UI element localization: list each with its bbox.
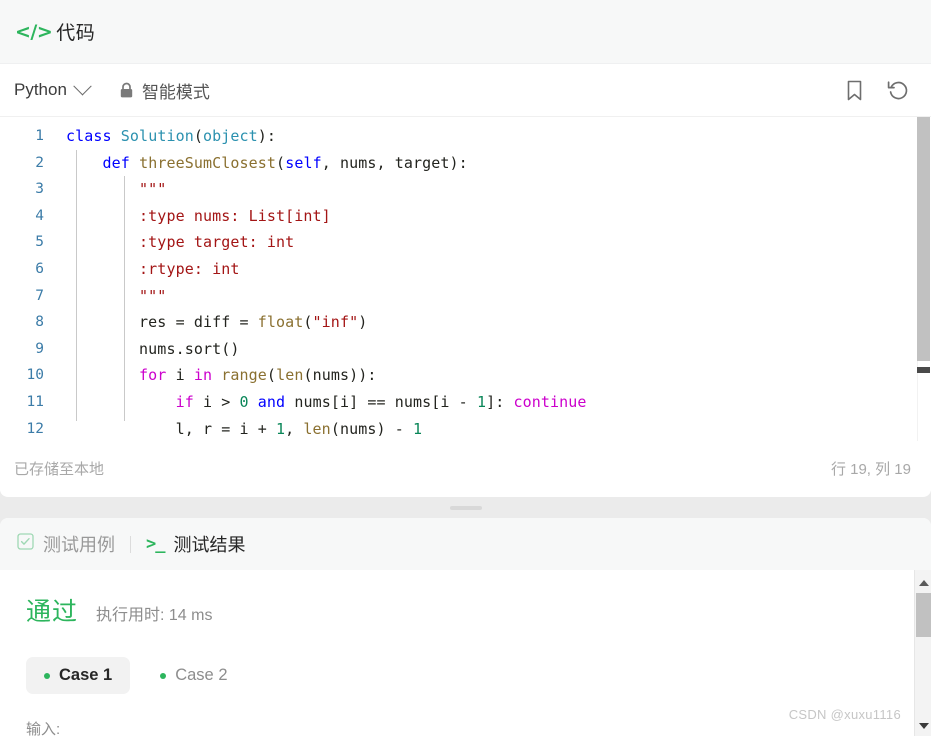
scroll-down-icon[interactable] <box>915 717 931 734</box>
input-label: 输入: <box>26 721 61 736</box>
line-number: 3 <box>35 181 44 198</box>
test-result-panel: 测试用例 >_ 测试结果 通过 执行用时: 14 ms Case 1 Case … <box>0 518 931 736</box>
tab-divider <box>130 535 131 553</box>
reset-icon[interactable] <box>887 79 909 101</box>
case-tab-row: Case 1 Case 2 <box>26 657 931 694</box>
code-line: 11 if i > 0 and nums[i] == nums[i - 1]: … <box>0 389 905 416</box>
code-lines: 1 class Solution(object): 2 def threeSumCl… <box>0 123 905 441</box>
tab-test-cases[interactable]: 测试用例 <box>17 531 115 557</box>
runtime-text: 执行用时: 14 ms <box>96 607 213 624</box>
editor-scrollbar-marker <box>917 367 930 373</box>
code-line: 9 nums.sort() <box>0 336 905 363</box>
code-line-text: :type target: int <box>139 233 295 252</box>
line-number: 2 <box>35 154 44 171</box>
code-line-text: for i in range(len(nums)): <box>139 366 377 385</box>
code-line: 12 l, r = i + 1, len(nums) - 1 <box>0 416 905 441</box>
checkbox-icon <box>17 533 34 555</box>
line-number: 10 <box>26 367 44 384</box>
editor-scrollbar-thumb[interactable] <box>917 117 930 361</box>
code-line: 7 """ <box>0 283 905 310</box>
line-number: 9 <box>35 340 44 357</box>
case-tab-1[interactable]: Case 1 <box>26 657 131 694</box>
code-line: 3 """ <box>0 176 905 203</box>
save-status: 已存储至本地 <box>14 461 105 478</box>
tab-test-cases-label: 测试用例 <box>43 535 115 555</box>
line-number: 1 <box>35 128 44 144</box>
code-line: 5 :type target: int <box>0 229 905 256</box>
watermark: CSDN @xuxu1116 <box>788 707 901 722</box>
line-number: 7 <box>35 287 44 304</box>
smart-mode-label: 智能模式 <box>141 82 210 102</box>
code-line-text: res = diff = float("inf") <box>66 313 368 332</box>
code-panel: </> 代码 Python 智能模式 1 class Solution(obje… <box>0 0 931 497</box>
code-line-text: class Solution(object): <box>66 127 277 145</box>
code-panel-title-bar: </> 代码 <box>0 0 931 64</box>
editor-toolbar: Python 智能模式 <box>0 64 931 117</box>
cursor-position: 行 19, 列 19 <box>830 461 911 478</box>
page-title: 代码 <box>56 23 96 44</box>
result-vertical-scrollbar[interactable] <box>914 570 931 736</box>
case-tab-1-label: Case 1 <box>59 666 113 684</box>
code-line-text: nums.sort() <box>66 339 240 358</box>
case-tab-2[interactable]: Case 2 <box>142 657 245 694</box>
result-tab-bar: 测试用例 >_ 测试结果 <box>0 518 931 570</box>
panel-splitter[interactable] <box>0 497 931 518</box>
code-line: 10 for i in range(len(nums)): <box>0 362 905 389</box>
code-line: 8 res = diff = float("inf") <box>0 309 905 336</box>
tab-test-results[interactable]: >_ 测试结果 <box>146 531 245 557</box>
code-line-text: """ <box>139 180 167 199</box>
code-editor[interactable]: 1 class Solution(object): 2 def threeSumCl… <box>0 117 931 441</box>
line-number: 4 <box>35 207 44 224</box>
code-line: 4 :type nums: List[int] <box>0 203 905 230</box>
scroll-up-icon[interactable] <box>915 574 931 591</box>
language-selector[interactable]: Python <box>14 76 92 100</box>
case-status-dot <box>160 672 167 679</box>
code-line-text: l, r = i + 1, len(nums) - 1 <box>66 419 423 438</box>
case-tab-2-label: Case 2 <box>175 666 228 684</box>
line-number: 11 <box>26 393 44 410</box>
code-line-text: def threeSumClosest(self, nums, target): <box>102 153 468 172</box>
line-number: 5 <box>35 234 44 251</box>
code-line-text: """ <box>139 286 167 305</box>
splitter-grip[interactable] <box>449 505 482 510</box>
code-line: 6 :rtype: int <box>0 256 905 283</box>
result-scrollbar-thumb[interactable] <box>916 593 931 637</box>
code-line-text: :rtype: int <box>139 259 240 278</box>
line-number: 6 <box>35 260 44 277</box>
toolbar-actions <box>846 79 915 101</box>
leetcode-code-workspace: </> 代码 Python 智能模式 1 class Solution(obje… <box>0 0 931 736</box>
line-number: 8 <box>35 314 44 331</box>
lock-icon <box>119 82 134 99</box>
code-line-text: :type nums: List[int] <box>139 206 331 225</box>
code-brackets-icon: </> <box>15 20 53 43</box>
editor-status-bar: 已存储至本地 行 19, 列 19 <box>0 441 931 496</box>
terminal-icon: >_ <box>146 534 166 554</box>
code-line-text: if i > 0 and nums[i] == nums[i - 1]: con… <box>175 392 587 411</box>
code-line: 2 def threeSumClosest(self, nums, target… <box>0 150 905 177</box>
tab-test-results-label: 测试结果 <box>173 535 246 555</box>
editor-vertical-scrollbar[interactable] <box>917 117 931 441</box>
code-line: 1 class Solution(object): <box>0 123 905 150</box>
chevron-down-icon <box>73 76 92 95</box>
smart-mode-toggle[interactable]: 智能模式 <box>119 78 210 103</box>
bookmark-icon[interactable] <box>846 80 863 101</box>
line-number: 12 <box>26 420 44 437</box>
verdict-row: 通过 执行用时: 14 ms <box>26 592 931 628</box>
case-status-dot <box>44 672 50 679</box>
language-label: Python <box>14 80 67 99</box>
status-badge: 通过 <box>26 598 79 626</box>
